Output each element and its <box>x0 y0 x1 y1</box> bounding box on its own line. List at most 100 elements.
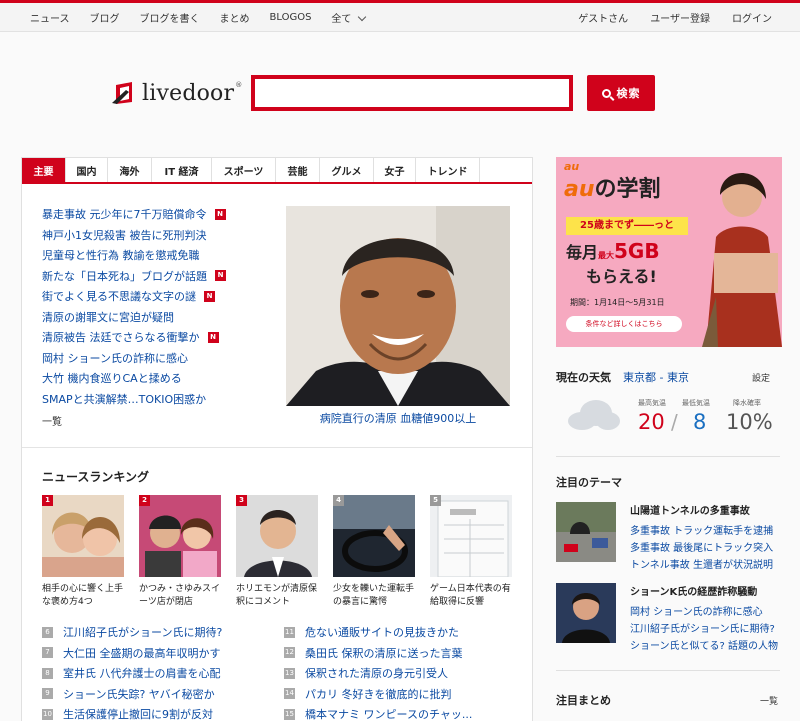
ranking-list-item[interactable]: 12 桑田氏 保釈の清原に送った言葉 <box>284 643 514 664</box>
theme-link[interactable]: 多重事故 最後尾にトラック突入 <box>630 539 773 554</box>
rank-number: 3 <box>236 495 247 506</box>
ranking-card[interactable]: 1 相手の心に響く上手な褒め方4つ <box>42 495 124 609</box>
min-temp-value: 8 <box>693 410 707 434</box>
rank-number: 1 <box>42 495 53 506</box>
ad-offer-monthly: 毎月 <box>566 243 599 262</box>
headline-item[interactable]: 児童母と性行為 教諭を懲戒免職 <box>42 245 282 266</box>
rank-number: 8 <box>42 667 53 679</box>
logo-text: livedoor <box>142 80 235 106</box>
ranking-list-item[interactable]: 9 ショーン氏失踪? ヤバイ秘密か <box>42 684 272 705</box>
livedoor-mark-icon <box>112 82 132 104</box>
theme-item[interactable]: 山陽道トンネルの多重事故 多重事故 トラック運転手を逮捕 多重事故 最後尾にトラ… <box>556 502 782 571</box>
tab-overseas[interactable]: 海外 <box>108 158 152 182</box>
headline-text: 清原の謝罪文に宮迫が疑問 <box>42 310 174 324</box>
logo-registered-mark: ® <box>235 81 243 89</box>
ranking-item-text: 危ない通販サイトの見抜きかた <box>305 626 459 640</box>
headline-item[interactable]: 暴走事故 元少年に7千万賠償命令 N <box>42 204 282 225</box>
ranking-item-text: 生活保護停止撤回に9割が反対 <box>63 708 213 721</box>
theme-title: 山陽道トンネルの多重事故 <box>630 506 750 517</box>
rank-number: 5 <box>430 495 441 506</box>
headline-item[interactable]: 清原の謝罪文に宮迫が疑問 <box>42 307 282 328</box>
ranking-cards: 1 相手の心に響く上手な褒め方4つ 2 かつみ・さゆみスイーツ店が閉店 3 ホリ… <box>42 495 512 609</box>
ranking-caption: ゲーム日本代表の有給取得に反響 <box>430 584 511 607</box>
headline-item[interactable]: 岡村 ショーン氏の詐称に感心 <box>42 348 282 369</box>
theme-link[interactable]: 多重事故 トラック運転手を逮捕 <box>630 522 773 537</box>
ranking-item-text: 江川紹子氏がショーン氏に期待? <box>63 626 223 640</box>
tab-domestic[interactable]: 国内 <box>66 158 108 182</box>
ranking-caption: ホリエモンが清原保釈にコメント <box>236 584 318 607</box>
nav-matome[interactable]: まとめ <box>220 10 250 25</box>
au-ad-banner[interactable]: auの学割 au 25歳までず――っと 毎月最大5GB もらえる! 期間：1月1… <box>556 157 782 347</box>
nav-blogos[interactable]: BLOGOS <box>270 12 312 23</box>
headline-item[interactable]: 清原被告 法廷でさらなる衝撃か N <box>42 327 282 348</box>
headline-item[interactable]: SMAPと共演解禁…TOKIO困惑か <box>42 389 282 410</box>
theme-link[interactable]: トンネル事故 生還者が状況説明 <box>630 556 773 571</box>
headline-text: SMAPと共演解禁…TOKIO困惑か <box>42 392 207 406</box>
theme-link[interactable]: 岡村 ショーン氏の詐称に感心 <box>630 603 763 618</box>
top-story-caption[interactable]: 病院直行の清原 血糖値900以上 <box>286 410 510 426</box>
theme-link[interactable]: 江川紹子氏がショーン氏に期待? <box>630 620 775 635</box>
tab-sports[interactable]: スポーツ <box>212 158 276 182</box>
cloud-icon <box>568 400 620 430</box>
ad-cta-button[interactable]: 条件など詳しくはこちら <box>566 316 682 332</box>
ranking-item-text: 桑田氏 保釈の清原に送った言葉 <box>305 646 463 660</box>
ranking-caption: 相手の心に響く上手な褒め方4つ <box>42 584 124 607</box>
ranking-item-text: 大仁田 全盛期の最高年収明かす <box>63 646 221 660</box>
headlines-more-link[interactable]: 一覧 <box>42 413 282 428</box>
ranking-list-item[interactable]: 6 江川紹子氏がショーン氏に期待? <box>42 622 272 643</box>
theme-link[interactable]: ショーン氏と似てる? 話題の人物 <box>630 637 778 652</box>
ranking-thumbnail: 5 <box>430 495 512 577</box>
ranking-list-item[interactable]: 13 保釈された清原の身元引受人 <box>284 663 514 684</box>
nav-all-menu[interactable]: 全て <box>331 10 367 25</box>
nav-blog[interactable]: ブログ <box>90 10 120 25</box>
ad-headline: auの学割 <box>564 171 661 203</box>
tunnel-accident-photo <box>556 502 616 562</box>
new-badge: N <box>207 331 219 343</box>
nav-news[interactable]: ニュース <box>30 10 70 25</box>
category-tabs: 主要 国内 海外 IT 経済 スポーツ 芸能 グルメ 女子 トレンド <box>22 158 532 184</box>
tab-it-economy[interactable]: IT 経済 <box>152 158 212 182</box>
ranking-list-item[interactable]: 15 橋本マナミ ワンピースのチャッ... <box>284 704 514 721</box>
new-badge: N <box>214 208 226 220</box>
register-link[interactable]: ユーザー登録 <box>650 10 710 25</box>
nav-write-blog[interactable]: ブログを書く <box>140 10 200 25</box>
headline-item[interactable]: 神戸小1女児殺害 被告に死刑判決 <box>42 225 282 246</box>
headline-item[interactable]: 大竹 機内食巡りCAと揉める <box>42 368 282 389</box>
theme-item[interactable]: ショーンK氏の経歴詐称騒動 岡村 ショーン氏の詐称に感心 江川紹子氏がショーン氏… <box>556 583 782 652</box>
ranking-list-item[interactable]: 8 室井氏 八代弁護士の肩書を心配 <box>42 663 272 684</box>
ranking-list-item[interactable]: 10 生活保護停止撤回に9割が反対 <box>42 704 272 721</box>
matome-more-link[interactable]: 一覧 <box>760 694 778 707</box>
themes-title: 注目のテーマ <box>556 476 622 489</box>
rank-number: 7 <box>42 647 53 659</box>
ranking-card[interactable]: 4 少女を轢いた運転手の暴言に驚愕 <box>333 495 415 609</box>
ad-title: の学割 <box>594 177 661 202</box>
tab-women[interactable]: 女子 <box>374 158 416 182</box>
rain-chance-label: 降水確率 <box>733 399 761 407</box>
ranking-list-item[interactable]: 11 危ない通販サイトの見抜きかた <box>284 622 514 643</box>
ranking-item-text: ショーン氏失踪? ヤバイ秘密か <box>63 687 215 701</box>
login-link[interactable]: ログイン <box>732 10 772 25</box>
headline-item[interactable]: 街でよく見る不思議な文字の謎 N <box>42 286 282 307</box>
nav-all-label: 全て <box>331 14 352 25</box>
tab-gourmet[interactable]: グルメ <box>320 158 374 182</box>
ranking-item-text: 室井氏 八代弁護士の肩書を心配 <box>63 667 221 681</box>
tab-entertainment[interactable]: 芸能 <box>276 158 320 182</box>
headline-text: 清原被告 法廷でさらなる衝撃か <box>42 331 200 345</box>
search-input[interactable] <box>251 75 573 111</box>
search-button[interactable]: 検索 <box>587 75 655 111</box>
weather-settings-link[interactable]: 設定 <box>752 371 770 384</box>
tab-main[interactable]: 主要 <box>22 158 66 182</box>
ranking-card[interactable]: 2 かつみ・さゆみスイーツ店が閉店 <box>139 495 221 609</box>
max-temp-value: 20 <box>638 410 665 434</box>
ranking-card[interactable]: 5 ゲーム日本代表の有給取得に反響 <box>430 495 512 609</box>
ranking-card[interactable]: 3 ホリエモンが清原保釈にコメント <box>236 495 318 609</box>
ranking-list-item[interactable]: 14 パカリ 冬好きを徹底的に批判 <box>284 684 514 705</box>
weather-location-link[interactable]: 東京都 - 東京 <box>623 369 689 385</box>
top-story-photo[interactable] <box>286 206 510 406</box>
tab-trend[interactable]: トレンド <box>416 158 480 182</box>
ad-period: 期間：1月14日～5月31日 <box>570 298 665 307</box>
ranking-title: ニュースランキング <box>42 470 150 484</box>
ranking-list-item[interactable]: 7 大仁田 全盛期の最高年収明かす <box>42 643 272 664</box>
livedoor-logo[interactable]: livedoor ® <box>112 80 242 106</box>
headline-item[interactable]: 新たな「日本死ね」ブログが話題 N <box>42 266 282 287</box>
